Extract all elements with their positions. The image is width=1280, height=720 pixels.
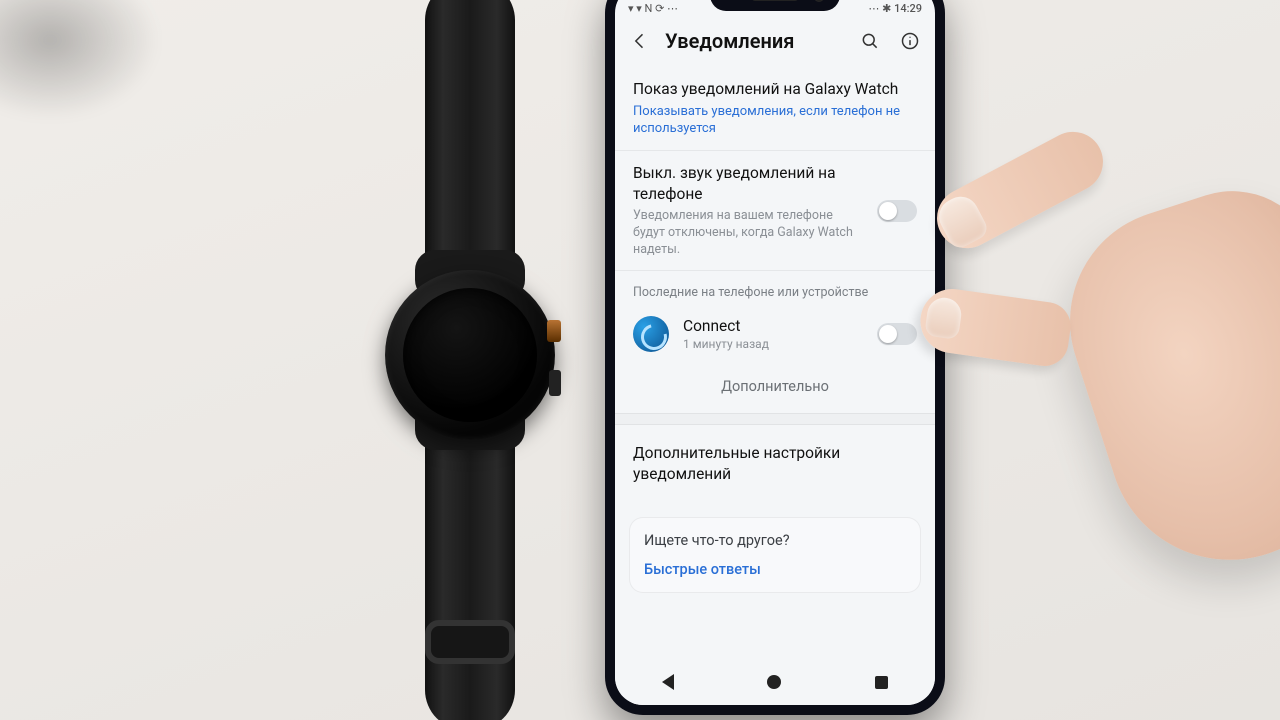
more-button[interactable]: Дополнительно: [615, 364, 935, 413]
footer-card: Ищете что-то другое? Быстрые ответы: [629, 517, 921, 593]
row-show-notifications[interactable]: Показ уведомлений на Galaxy Watch Показы…: [615, 67, 935, 151]
quick-replies-link[interactable]: Быстрые ответы: [644, 561, 906, 578]
hand-palm: [1041, 169, 1280, 592]
section-recent-label: Последние на телефоне или устройстве: [615, 271, 935, 308]
android-navbar: [615, 659, 935, 705]
app-bar: Уведомления: [615, 17, 935, 67]
row-advanced-settings[interactable]: Дополнительные настройки уведомлений: [615, 425, 935, 503]
scene: ▾ ▾ N ⟳ ⋯ ⋯ ✱ 14:29 Уведомления: [0, 0, 1280, 720]
status-right: ⋯ ✱ 14:29: [867, 2, 923, 15]
row-title: Показ уведомлений на Galaxy Watch: [633, 79, 917, 100]
background-shadow: [0, 0, 160, 120]
row-link: Показывать уведомления, если телефон не …: [633, 103, 917, 138]
back-icon[interactable]: [629, 30, 651, 52]
app-icon-connect: [633, 316, 669, 352]
watch-buckle: [425, 620, 515, 664]
hand-index-finger: [926, 121, 1113, 258]
info-icon[interactable]: [899, 30, 921, 52]
row-desc: Уведомления на вашем телефоне будут откл…: [633, 208, 867, 259]
page-title: Уведомления: [665, 29, 859, 53]
row-title: Дополнительные настройки уведомлений: [633, 443, 917, 485]
hand: [900, 90, 1280, 630]
toggle-mute[interactable]: [877, 200, 917, 222]
watch-side-button: [549, 370, 561, 396]
row-mute-phone[interactable]: Выкл. звук уведомлений на телефоне Уведо…: [615, 151, 935, 271]
phone-screen: ▾ ▾ N ⟳ ⋯ ⋯ ✱ 14:29 Уведомления: [615, 0, 935, 705]
nav-home-icon[interactable]: [767, 675, 781, 689]
nav-back-icon[interactable]: [662, 674, 674, 690]
search-icon[interactable]: [859, 30, 881, 52]
smartwatch: [370, 0, 570, 720]
app-row-connect[interactable]: Connect 1 минуту назад: [615, 308, 935, 364]
phone: ▾ ▾ N ⟳ ⋯ ⋯ ✱ 14:29 Уведомления: [605, 0, 945, 715]
footer-question: Ищете что-то другое?: [644, 532, 906, 549]
toggle-app-connect[interactable]: [877, 323, 917, 345]
section-gap: [615, 413, 935, 425]
app-name: Connect: [683, 317, 877, 335]
phone-notch: [710, 0, 840, 11]
app-time: 1 минуту назад: [683, 337, 877, 351]
watch-face: [403, 288, 537, 422]
watch-crown: [547, 320, 561, 342]
watch-strap-bottom: [425, 410, 515, 720]
content: Показ уведомлений на Galaxy Watch Показы…: [615, 67, 935, 593]
nav-recents-icon[interactable]: [875, 676, 888, 689]
watch-body: [385, 270, 555, 440]
row-title: Выкл. звук уведомлений на телефоне: [633, 163, 867, 205]
watch-strap-top: [425, 0, 515, 280]
status-left: ▾ ▾ N ⟳ ⋯: [627, 2, 679, 15]
